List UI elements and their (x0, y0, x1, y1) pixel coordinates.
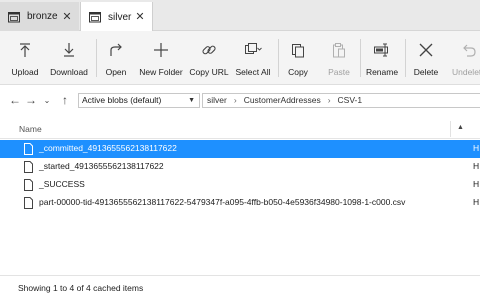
file-icon (24, 197, 33, 209)
list-item[interactable]: _committed_4913655562138117622 H (0, 140, 480, 158)
file-name: _SUCCESS (39, 179, 85, 189)
forward-arrow-icon[interactable]: → (24, 93, 38, 107)
plus-icon (151, 41, 171, 59)
open-icon (106, 41, 126, 59)
toolbar-separator (360, 39, 361, 77)
status-text: Showing 1 to 4 of 4 cached items (18, 283, 144, 293)
download-button[interactable]: Download (47, 31, 91, 85)
undo-icon (459, 41, 479, 59)
breadcrumb-customeraddresses[interactable]: CustomerAddresses (244, 94, 321, 107)
copy-button[interactable]: Copy (284, 31, 312, 85)
rename-icon (372, 41, 392, 59)
new-folder-button[interactable]: New Folder (138, 31, 184, 85)
file-type: H (473, 161, 480, 171)
file-icon (24, 161, 33, 173)
undelete-button[interactable]: Undelete (449, 31, 480, 85)
file-icon (24, 179, 33, 191)
toolbar: Upload Download Open New Folder Copy URL… (0, 31, 480, 85)
back-arrow-icon[interactable]: ← (8, 93, 22, 107)
blob-view-select[interactable]: Active blobs (default) ▼ (78, 93, 200, 108)
dropdown-caret-icon: ▼ (188, 97, 195, 104)
file-type: H (473, 197, 480, 207)
select-all-icon (243, 41, 263, 59)
file-list: _committed_4913655562138117622 H _starte… (0, 140, 480, 212)
folder-icon (8, 11, 20, 23)
tab-strip: bronze ✕ silver ✕ (0, 0, 480, 32)
link-icon (199, 41, 219, 59)
list-item[interactable]: _SUCCESS H (0, 176, 480, 194)
upload-icon (15, 41, 35, 59)
address-bar: ← → ⌄ ↑ Active blobs (default) ▼ silver … (0, 86, 480, 114)
list-header: Name ▲ (0, 118, 480, 139)
file-name: part-00000-tid-4913655562138117622-54793… (39, 197, 406, 207)
tab-bronze[interactable]: bronze ✕ (0, 2, 79, 31)
toolbar-separator (96, 39, 97, 77)
delete-icon (416, 41, 436, 59)
blob-view-value: Active blobs (default) (82, 95, 162, 105)
tab-label: silver (108, 11, 132, 23)
status-divider (0, 275, 480, 276)
copy-icon (288, 41, 308, 59)
file-icon (24, 143, 33, 155)
column-header-name[interactable]: Name (19, 124, 42, 134)
folder-icon (89, 11, 101, 23)
file-type: H (473, 143, 480, 153)
file-type: H (473, 179, 480, 189)
clipboard-icon (329, 41, 349, 59)
breadcrumb-silver[interactable]: silver (207, 94, 227, 107)
delete-button[interactable]: Delete (411, 31, 441, 85)
toolbar-separator (278, 39, 279, 77)
upload-button[interactable]: Upload (8, 31, 42, 85)
breadcrumb[interactable]: silver › CustomerAddresses › CSV-1 (202, 93, 480, 108)
copy-url-button[interactable]: Copy URL (189, 31, 229, 85)
chevron-down-icon[interactable]: ⌄ (40, 93, 54, 107)
tab-label: bronze (27, 11, 58, 22)
file-name: _committed_4913655562138117622 (39, 143, 177, 153)
tab-silver[interactable]: silver ✕ (80, 2, 153, 32)
up-arrow-icon[interactable]: ↑ (58, 93, 72, 107)
toolbar-separator (405, 39, 406, 77)
sort-ascending-icon[interactable]: ▲ (457, 124, 464, 131)
file-name: _started_4913655562138117622 (39, 161, 164, 171)
breadcrumb-csv-1[interactable]: CSV-1 (338, 94, 363, 107)
select-all-button[interactable]: Select All (233, 31, 273, 85)
chevron-right-icon: › (327, 95, 331, 105)
list-item[interactable]: _started_4913655562138117622 H (0, 158, 480, 176)
download-icon (59, 41, 79, 59)
open-button[interactable]: Open (101, 31, 131, 85)
chevron-right-icon: › (233, 95, 237, 105)
rename-button[interactable]: Rename (366, 31, 398, 85)
close-icon[interactable]: ✕ (134, 10, 146, 23)
column-separator[interactable] (450, 121, 451, 137)
close-icon[interactable]: ✕ (61, 10, 73, 23)
paste-button[interactable]: Paste (324, 31, 354, 85)
list-item[interactable]: part-00000-tid-4913655562138117622-54793… (0, 194, 480, 212)
